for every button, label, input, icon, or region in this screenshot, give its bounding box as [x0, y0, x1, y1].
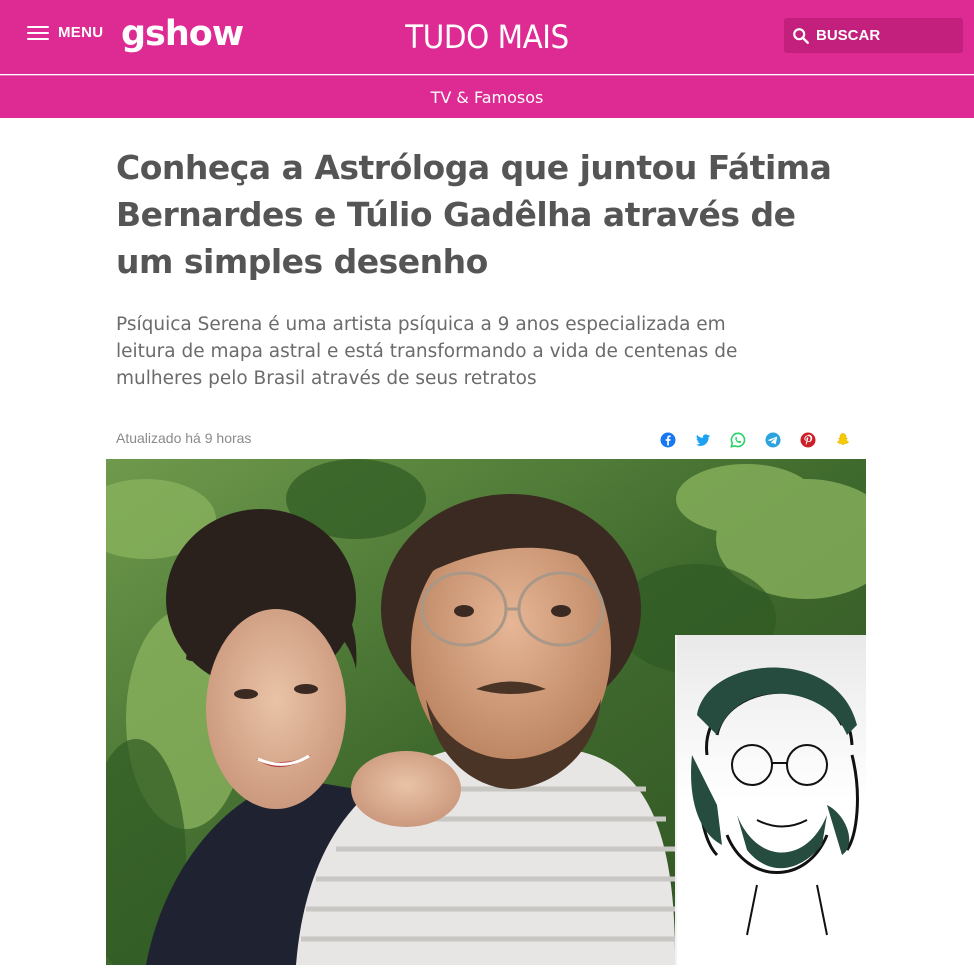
- portrait-sketch: [675, 635, 866, 965]
- category-link[interactable]: TV & Famosos: [0, 88, 974, 107]
- article-subtitle: Psíquica Serena é uma artista psíquica a…: [116, 314, 738, 389]
- top-header: MENU gshow TUDO MAIS BUSCAR: [0, 0, 974, 74]
- search-icon: [793, 27, 809, 44]
- sketch-drawing: [677, 635, 866, 965]
- share-bar: [660, 432, 851, 448]
- search-label: BUSCAR: [816, 27, 881, 44]
- updated-timestamp: Atualizado há 9 horas: [116, 430, 252, 446]
- article-photo: [106, 459, 866, 965]
- subnav-bar: TV & Famosos: [0, 75, 974, 118]
- search-button[interactable]: BUSCAR: [784, 18, 963, 53]
- facebook-icon[interactable]: [660, 432, 676, 448]
- pinterest-icon[interactable]: [800, 432, 816, 448]
- article-headline: Conheça a Astróloga que juntou Fátima Be…: [116, 148, 832, 281]
- snapchat-icon[interactable]: [835, 432, 851, 448]
- telegram-icon[interactable]: [765, 432, 781, 448]
- twitter-icon[interactable]: [695, 432, 711, 448]
- whatsapp-icon[interactable]: [730, 432, 746, 448]
